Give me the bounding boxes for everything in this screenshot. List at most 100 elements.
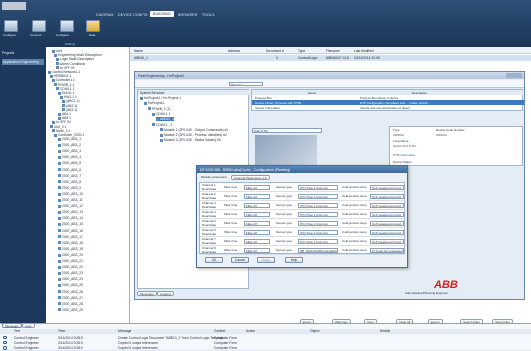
window-controls[interactable] — [506, 73, 522, 78]
col-type[interactable]: Type — [298, 49, 305, 53]
data-button[interactable] — [86, 20, 100, 32]
tab-device-config[interactable]: DEVICE CONFIG — [118, 13, 148, 17]
col-context[interactable]: Context — [214, 329, 225, 333]
message-row[interactable]: Control Engineer 3/14/2014 9:28:0 Create C… — [0, 335, 531, 340]
tree-node[interactable]: 2020_AB3_17 — [58, 235, 83, 239]
tree-node[interactable]: 2020_AB3_11 — [58, 198, 83, 202]
tree-node[interactable]: 2020_AB3_12 — [58, 204, 83, 208]
sensor-type-dropdown[interactable]: [TC] Type J (Iron-Cu) — [298, 194, 338, 199]
tab-messages-window[interactable]: Messages — [137, 291, 157, 296]
tree-node[interactable]: 2020_AB3_23 — [58, 271, 83, 275]
col-details[interactable]: Details — [380, 329, 390, 333]
cold-junction-dropdown[interactable]: [CJ] measured int./ext. — [370, 230, 404, 235]
col-filename[interactable]: Filename — [326, 49, 340, 53]
structure-node[interactable]: CDWL1.1 — [152, 112, 170, 116]
filter-time-dropdown[interactable]: Filter off — [244, 230, 270, 235]
sensor-type-dropdown[interactable]: [TC] Type J (Iron-Cu) — [298, 212, 338, 217]
tree-node[interactable]: 2020_AB3_24 — [58, 277, 83, 281]
start-dtm-dropdown[interactable]: Start DTM — [252, 128, 322, 133]
cold-junction-dropdown[interactable]: Pt (used for temperature) — [370, 248, 404, 253]
help-button[interactable]: Help — [285, 257, 303, 263]
tree-node[interactable]: 2020_AB3_21 — [58, 259, 83, 263]
tree-node[interactable]: 2020_AB3_2 — [58, 143, 81, 147]
structure-node[interactable]: HoProject1 / Ho Project 1 — [140, 96, 181, 100]
col-document[interactable]: Document # — [266, 49, 284, 53]
message-filter-button[interactable]: Warnings — [332, 319, 351, 324]
message-filter-button[interactable]: Show Filter — [492, 319, 514, 324]
filter-time-dropdown[interactable]: Filter off — [244, 221, 270, 226]
sensor-type-dropdown[interactable]: [TC] Type J (Iron-Cu) — [298, 230, 338, 235]
sensor-type-dropdown[interactable]: [TC] Type J (Iron-Cu) — [298, 239, 338, 244]
tree-node[interactable]: 2020_AB3_1 — [58, 137, 81, 141]
nav-projects[interactable]: Projects — [2, 51, 14, 55]
tree-node[interactable]: 2020_AB3_5 — [58, 161, 81, 165]
sensor-type-dropdown[interactable]: [TC] Type J (Iron-Cu) — [298, 185, 338, 190]
apply-button[interactable]: Apply — [257, 257, 275, 263]
filter-time-dropdown[interactable]: Filter off — [244, 185, 270, 190]
tree-node[interactable]: 2020_AB3_27 — [58, 296, 83, 300]
tab-browser[interactable]: BROWSER — [178, 13, 197, 17]
structure-node[interactable]: Module 1 (2F0-040 - Output Commands) #1 — [160, 128, 228, 132]
tree-node[interactable]: 2020_AB3_10 — [58, 192, 83, 196]
filter-time-dropdown[interactable]: Filter off — [244, 212, 270, 217]
sensor-type-dropdown[interactable]: [TC] Type J (Iron-Cu) — [298, 203, 338, 208]
grid-row[interactable]: ABB10_1 0 Control/Logic ABB10007.CLD 03/… — [130, 55, 531, 61]
col-object[interactable]: Object — [310, 329, 320, 333]
tree-node[interactable]: 2020_AB3_6 — [58, 168, 81, 172]
tree-node[interactable]: 2020_AB3_20 — [58, 253, 83, 257]
tree-node[interactable]: 2020_AB3_9 — [58, 186, 81, 190]
tree-node[interactable]: 2020_AB3_7 — [58, 174, 81, 178]
col-action[interactable]: Action — [246, 329, 255, 333]
tree-node[interactable]: 2020_AB3_19 — [58, 247, 83, 251]
col-message[interactable]: Message — [118, 329, 131, 333]
structure-node[interactable]: PDWB_1 (1) — [148, 107, 171, 111]
tree-node[interactable]: 2020_AB3_28 — [58, 302, 83, 306]
message-row[interactable]: Control Engineer 3/14/2014 9:28:3 Copied 0… — [0, 340, 531, 345]
ok-button[interactable]: OK — [205, 257, 223, 263]
tree-node[interactable]: 2020_AB3_18 — [58, 241, 83, 245]
tab-diagram[interactable]: DIAGRAM — [96, 13, 113, 17]
filter-time-dropdown[interactable]: Filter off — [244, 203, 270, 208]
quick-access-toolbar[interactable] — [2, 2, 26, 10]
tree-node[interactable]: 2020_AB3_22 — [58, 265, 83, 269]
sensor-type-dropdown[interactable]: [TC] Type J (Iron-Cu) — [298, 221, 338, 226]
properties-row[interactable]: Vendor Information Vendor and user inform… — [252, 105, 524, 110]
structure-node[interactable]: Module 2 (2F0-040 - Process Variables) #… — [160, 133, 227, 137]
tree-node[interactable]: 2020_AB3_26 — [58, 290, 83, 294]
structure-node[interactable]: CDWL1 - 2 — [152, 123, 172, 127]
tab-tools[interactable]: TOOLS — [202, 13, 215, 17]
tree-node[interactable]: 2020_AB3_13 — [58, 210, 83, 214]
message-filter-button[interactable]: Search Filter — [460, 319, 484, 324]
cold-junction-dropdown[interactable]: [CJ] measured int./ext. — [370, 203, 404, 208]
tree-node[interactable]: 2020_AB3_25 — [58, 283, 83, 287]
connect-button[interactable] — [32, 20, 46, 32]
tree-node[interactable]: 2020_AB3_29 — [58, 308, 83, 312]
col-name[interactable]: Name — [134, 49, 143, 53]
mode-dropdown[interactable]: Planning — [229, 81, 263, 86]
cold-junction-dropdown[interactable]: [CJ] measured int./ext. — [370, 185, 404, 190]
tab-channel-parameters[interactable]: Channel Parameters 1-8 — [231, 175, 270, 180]
structure-node[interactable]: Module 3 (2F0-040 - Status Values) #3 — [160, 138, 221, 142]
tab-logging-window[interactable]: Logging — [157, 291, 174, 296]
col-address[interactable]: Address — [228, 49, 240, 53]
tab-messages[interactable]: Messages — [2, 323, 22, 328]
structure-node[interactable]: HoProject1 — [144, 101, 164, 105]
tab-logs[interactable]: Logs — [22, 323, 35, 328]
tab-module-parameters[interactable]: Module parameters — [199, 175, 229, 180]
tree-node[interactable]: 2020_AB3_4 — [58, 155, 81, 159]
structure-node[interactable]: ABB10_1 — [156, 117, 174, 122]
nav-application-engineering[interactable]: Application Engineering — [2, 59, 44, 65]
message-filter-button[interactable]: Export — [428, 319, 443, 324]
filter-time-dropdown[interactable]: Filter off — [244, 239, 270, 244]
configure-button[interactable] — [4, 20, 18, 32]
col-time[interactable]: Time — [58, 329, 65, 333]
tree-node[interactable]: 2020_AB3_14 — [58, 216, 83, 220]
message-filter-button[interactable]: Clear All — [396, 319, 414, 324]
sensor-type-dropdown[interactable]: [M] .1000 PH100 mismatch(3-wire) — [298, 248, 338, 253]
cold-junction-dropdown[interactable]: [CJ] measured int./ext. — [370, 239, 404, 244]
tree-node[interactable]: 2020_AB3_15 — [58, 222, 83, 226]
message-filter-button[interactable]: Errors — [300, 319, 315, 324]
tree-node[interactable]: 2020_AB3_16 — [58, 229, 83, 233]
col-last-modified[interactable]: Last Modified — [354, 49, 374, 53]
configure-more-button[interactable] — [60, 20, 74, 32]
